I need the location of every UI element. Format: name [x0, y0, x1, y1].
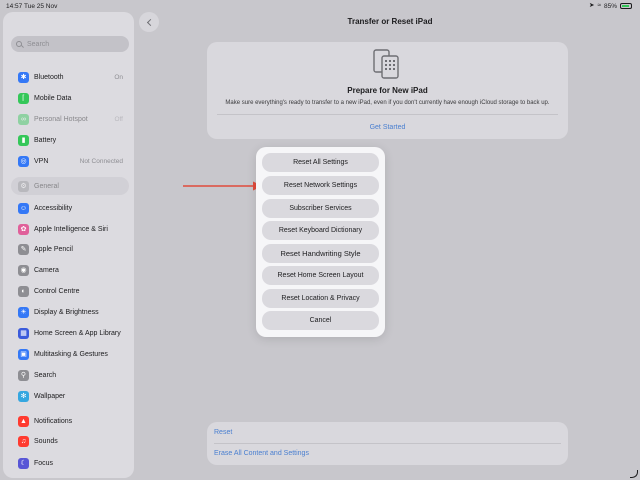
battery-icon: ▮	[18, 134, 29, 146]
divider	[217, 114, 558, 115]
prepare-title: Prepare for New iPad	[347, 86, 428, 95]
reset-keyboard-dictionary-button[interactable]: Reset Keyboard Dictionary	[262, 221, 379, 240]
settings-sidebar: Search ✱ Bluetooth On ⌈ Mobile Data ∞ Pe…	[3, 12, 134, 478]
wifi-icon: ≈	[597, 2, 601, 9]
windows-icon: ▣	[18, 348, 29, 360]
corner-indicator	[630, 470, 638, 478]
camera-icon: ◉	[18, 264, 29, 276]
chevron-left-icon	[146, 18, 154, 26]
reset-network-settings-button[interactable]: Reset Network Settings	[262, 176, 379, 195]
get-started-link[interactable]: Get Started	[207, 124, 568, 131]
search-input[interactable]: Search	[11, 36, 129, 52]
ipad-transfer-icon	[373, 49, 399, 79]
divider	[214, 443, 561, 444]
sidebar-item-multitasking[interactable]: ▣ Multitasking & Gestures	[11, 345, 129, 363]
accessibility-icon: ☺	[18, 202, 29, 214]
pencil-icon: ✎	[18, 243, 29, 255]
gear-icon: ⚙	[18, 180, 29, 192]
toggles-icon: ◐	[18, 285, 29, 297]
sidebar-item-display-brightness[interactable]: ☀ Display & Brightness	[11, 303, 129, 321]
grid-icon: ▦	[18, 327, 29, 339]
erase-all-content-link[interactable]: Erase All Content and Settings	[214, 450, 309, 457]
battery-percent: 85%	[603, 2, 617, 10]
arrow-icon	[183, 181, 263, 191]
reset-link[interactable]: Reset	[214, 429, 232, 436]
antenna-icon: ⌈	[18, 92, 29, 104]
sidebar-item-notifications[interactable]: ▲ Notifications	[11, 412, 129, 430]
sun-icon: ☀	[18, 306, 29, 318]
sidebar-item-personal-hotspot[interactable]: ∞ Personal Hotspot Off	[11, 110, 129, 128]
sidebar-item-apple-pencil[interactable]: ✎ Apple Pencil	[11, 240, 129, 258]
speaker-icon: ♫	[18, 435, 29, 447]
sidebar-item-search[interactable]: ⚲ Search	[11, 366, 129, 384]
search-placeholder: Search	[27, 40, 50, 48]
sidebar-item-vpn[interactable]: ◎ VPN Not Connected	[11, 152, 129, 170]
reset-location-privacy-button[interactable]: Reset Location & Privacy	[262, 289, 379, 308]
flower-icon: ✻	[18, 390, 29, 402]
search-icon: ⚲	[18, 369, 29, 381]
globe-icon: ◎	[18, 155, 29, 167]
sidebar-item-bluetooth[interactable]: ✱ Bluetooth On	[11, 68, 129, 86]
siri-icon: ✿	[18, 223, 29, 235]
reset-options-menu: Reset All Settings Reset Network Setting…	[256, 147, 385, 337]
sidebar-item-apple-intelligence[interactable]: ✿ Apple Intelligence & Siri	[11, 220, 129, 238]
reset-handwriting-style-button[interactable]: Reset Handwriting Style	[262, 244, 379, 263]
sidebar-item-wallpaper[interactable]: ✻ Wallpaper	[11, 387, 129, 405]
cancel-button[interactable]: Cancel	[262, 311, 379, 330]
sidebar-item-control-centre[interactable]: ◐ Control Centre	[11, 282, 129, 300]
search-icon	[16, 41, 22, 47]
status-date: Tue 25 Nov	[24, 3, 58, 10]
sidebar-item-camera[interactable]: ◉ Camera	[11, 261, 129, 279]
reset-card: Reset Erase All Content and Settings	[207, 422, 568, 465]
sidebar-item-home-screen[interactable]: ▦ Home Screen & App Library	[11, 324, 129, 342]
sidebar-item-battery[interactable]: ▮ Battery	[11, 131, 129, 149]
prepare-card: Prepare for New iPad Make sure everythin…	[207, 42, 568, 139]
sidebar-item-mobile-data[interactable]: ⌈ Mobile Data	[11, 89, 129, 107]
prepare-description: Make sure everything's ready to transfer…	[225, 100, 550, 106]
subscriber-services-button[interactable]: Subscriber Services	[262, 199, 379, 218]
sidebar-item-sounds[interactable]: ♫ Sounds	[11, 432, 129, 450]
page-title: Transfer or Reset iPad	[347, 17, 433, 26]
hotspot-icon: ∞	[18, 113, 29, 125]
sidebar-item-general[interactable]: ⚙ General	[11, 177, 129, 195]
bluetooth-icon: ✱	[18, 71, 29, 83]
moon-icon: ☾	[18, 457, 29, 469]
location-icon: ➤	[588, 2, 595, 9]
battery-icon	[620, 3, 632, 9]
reset-home-screen-layout-button[interactable]: Reset Home Screen Layout	[262, 266, 379, 285]
bell-icon: ▲	[18, 415, 29, 427]
sidebar-item-focus[interactable]: ☾ Focus	[11, 454, 129, 472]
sidebar-item-accessibility[interactable]: ☺ Accessibility	[11, 199, 129, 217]
status-time: 14:57	[6, 3, 23, 10]
status-right: ➤ ≈ 85%	[589, 2, 632, 10]
back-button[interactable]	[139, 12, 159, 32]
reset-all-settings-button[interactable]: Reset All Settings	[262, 153, 379, 172]
